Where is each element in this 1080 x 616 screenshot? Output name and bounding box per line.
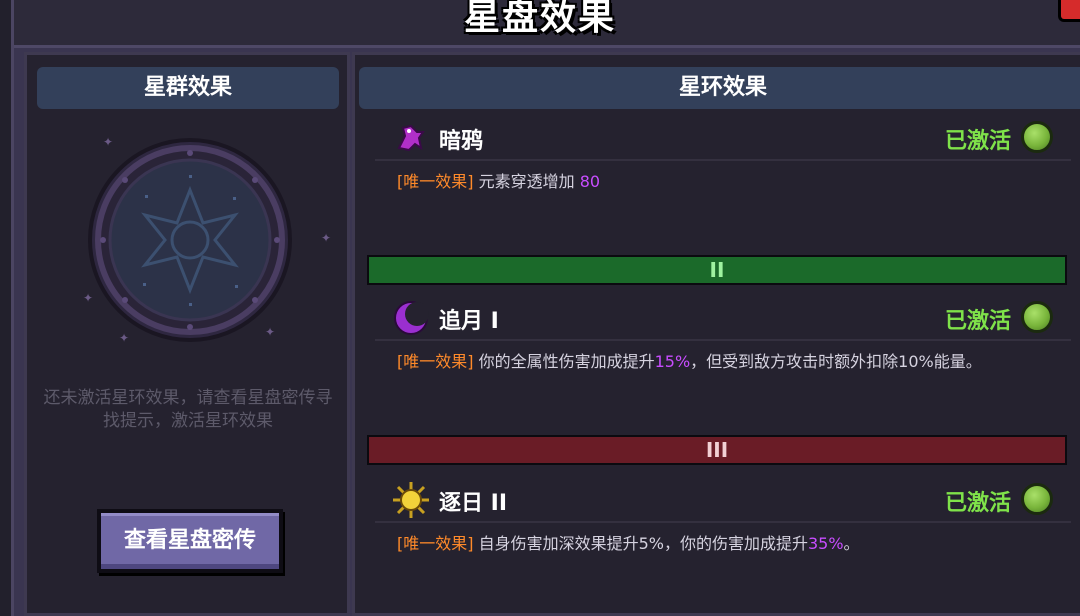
star-disk-icon bbox=[88, 138, 292, 342]
effect-description: [唯一效果] 你的全属性伤害加成提升15%，但受到敌方攻击时额外扣除10%能量。 bbox=[397, 351, 1057, 373]
constellation-panel-header: 星群效果 bbox=[37, 67, 339, 109]
left-rail bbox=[0, 0, 14, 616]
effect-header: 追月 I 已激活 bbox=[375, 295, 1071, 341]
sun-icon bbox=[393, 482, 429, 518]
effect-tag: [唯一效果] bbox=[397, 352, 474, 371]
crescent-moon-icon bbox=[394, 301, 429, 335]
game-window: 星盘效果 星群效果 ✦ ✦ ✦ ✦ ✦ 还未激活星环效果，请查看星盘密传寻找提示… bbox=[0, 0, 1080, 616]
effect-header: 逐日 II 已激活 bbox=[375, 477, 1071, 523]
tier-divider-2: II bbox=[367, 255, 1067, 285]
view-star-disk-secret-button[interactable]: 查看星盘密传 bbox=[97, 509, 283, 573]
inactive-hint: 还未激活星环效果，请查看星盘密传寻找提示，激活星环效果 bbox=[43, 388, 333, 431]
effect-desc-suffix: 。 bbox=[843, 534, 860, 553]
constellation-panel: 星群效果 ✦ ✦ ✦ ✦ ✦ 还未激活星环效果，请查看星盘密传寻找提示，激活星环… bbox=[24, 52, 350, 616]
active-orb-icon bbox=[1021, 121, 1053, 153]
effect-name: 逐日 II bbox=[439, 491, 508, 516]
effect-name: 追月 I bbox=[439, 309, 499, 334]
page-title: 星盘效果 bbox=[463, 0, 616, 38]
effect-item: 暗鸦 已激活 [唯一效果] 元素穿透增加 80 bbox=[375, 115, 1080, 255]
effect-value: 35% bbox=[807, 534, 844, 553]
tier-divider-3: III bbox=[367, 435, 1067, 465]
effect-description: [唯一效果] 元素穿透增加 80 bbox=[397, 171, 1057, 193]
effect-desc-suffix: ，但受到敌方攻击时额外扣除10%能量。 bbox=[690, 352, 982, 371]
effect-tag: [唯一效果] bbox=[397, 534, 474, 553]
sparkle-icon: ✦ bbox=[83, 291, 94, 305]
effect-description: [唯一效果] 自身伤害加深效果提升5%，你的伤害加成提升35%。 bbox=[397, 533, 1057, 555]
star-ring-panel-header: 星环效果 bbox=[359, 67, 1080, 109]
sparkle-icon: ✦ bbox=[119, 331, 130, 345]
raven-icon bbox=[397, 124, 425, 152]
active-orb-icon bbox=[1021, 483, 1053, 515]
effect-desc-text: 自身伤害加深效果提升5%，你的伤害加成提升 bbox=[478, 534, 808, 553]
active-orb-icon bbox=[1021, 301, 1053, 333]
close-button[interactable] bbox=[1058, 0, 1080, 22]
star-disk-image bbox=[85, 135, 295, 345]
sparkle-icon: ✦ bbox=[265, 325, 276, 339]
effect-item: 逐日 II 已激活 [唯一效果] 自身伤害加深效果提升5%，你的伤害加成提升35… bbox=[375, 477, 1080, 616]
sparkle-icon: ✦ bbox=[103, 135, 114, 149]
effect-desc-text: 元素穿透增加 bbox=[478, 172, 575, 191]
effect-name: 暗鸦 bbox=[439, 129, 484, 154]
effect-desc-text: 你的全属性伤害加成提升 bbox=[478, 352, 655, 371]
status-badge: 已激活 bbox=[944, 491, 1011, 516]
status-badge: 已激活 bbox=[944, 309, 1011, 334]
effect-value: 80 bbox=[579, 172, 601, 191]
effect-header: 暗鸦 已激活 bbox=[375, 115, 1071, 161]
effect-item: 追月 I 已激活 [唯一效果] 你的全属性伤害加成提升15%，但受到敌方攻击时额… bbox=[375, 295, 1080, 425]
star-ring-panel: 星环效果 暗鸦 已激活 [唯一效果] 元素穿透增加 80 II 追月 I 已激活… bbox=[352, 52, 1080, 616]
sparkle-icon: ✦ bbox=[321, 231, 332, 245]
status-badge: 已激活 bbox=[944, 129, 1011, 154]
effect-value: 15% bbox=[654, 352, 691, 371]
effect-list[interactable]: 暗鸦 已激活 [唯一效果] 元素穿透增加 80 II 追月 I 已激活 [唯一效… bbox=[363, 115, 1080, 616]
effect-tag: [唯一效果] bbox=[397, 172, 474, 191]
